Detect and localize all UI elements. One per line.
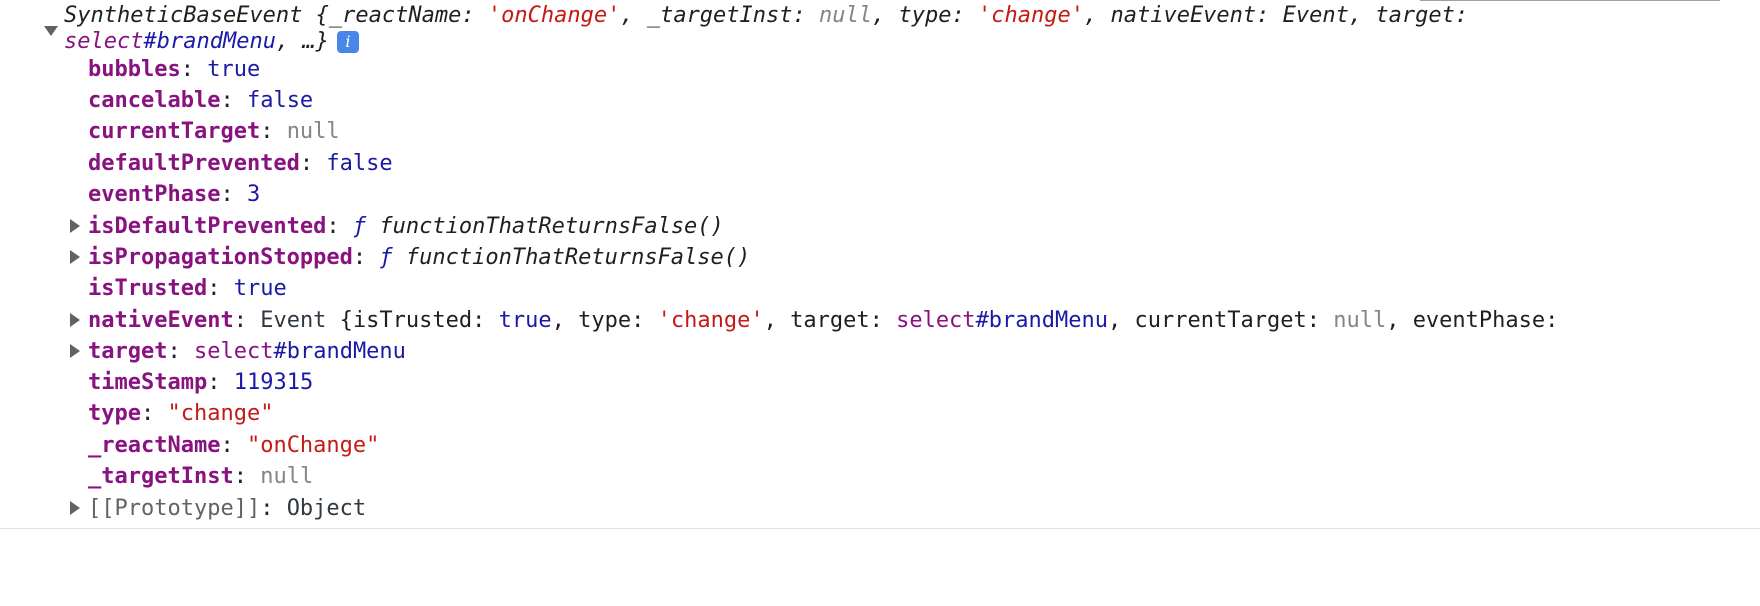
target-tag: select — [193, 339, 274, 364]
function-icon: ƒ — [352, 214, 367, 239]
summary-prop-key: target — [1375, 3, 1455, 28]
summary-prop-key: type — [898, 3, 952, 28]
summary-prop-value: 'onChange' — [487, 3, 621, 28]
info-icon[interactable]: i — [336, 31, 359, 53]
property-value: null — [260, 464, 314, 489]
summary-class-name: SyntheticBaseEvent — [64, 3, 303, 28]
native-prop-key: isTrusted — [352, 308, 473, 333]
summary-prop-value: null — [819, 3, 873, 28]
summary-prop-key: _reactName — [328, 3, 462, 28]
property-value: "onChange" — [246, 433, 380, 458]
native-prop-key: target — [790, 308, 870, 333]
prototype-value: Object — [286, 496, 367, 521]
native-target-tag: select — [896, 308, 976, 333]
function-icon: ƒ — [379, 245, 393, 270]
property-row: timeStamp: 119315 — [88, 370, 314, 395]
property-row-expandable[interactable]: nativeEvent: Event {isTrusted: true, typ… — [88, 305, 1558, 337]
property-value: 3 — [246, 182, 261, 207]
native-event-class: Event — [260, 308, 327, 333]
expand-triangle-icon[interactable] — [70, 313, 80, 327]
expand-triangle-icon[interactable] — [70, 501, 80, 515]
summary-prop-key: nativeEvent — [1110, 3, 1257, 28]
property-row: _reactName: "onChange" — [88, 433, 380, 458]
property-row-expandable[interactable]: isDefaultPrevented: ƒ functionThatReturn… — [88, 211, 724, 243]
property-key: bubbles — [88, 57, 181, 82]
property-row: defaultPrevented: false — [88, 151, 393, 176]
property-key: isPropagationStopped — [88, 245, 353, 270]
property-row: eventPhase: 3 — [88, 182, 261, 207]
property-row: currentTarget: null — [88, 119, 340, 144]
native-target-id: #brandMenu — [975, 308, 1109, 333]
expand-triangle-icon[interactable] — [70, 250, 80, 264]
property-row: cancelable: false — [88, 88, 314, 113]
property-value: false — [326, 151, 393, 176]
summary-target-id: #brandMenu — [143, 29, 276, 54]
native-prop-key: eventPhase — [1412, 308, 1546, 333]
property-value: "change" — [167, 401, 274, 426]
summary-prop-key: _targetInst — [646, 3, 793, 28]
property-key: target — [88, 339, 168, 364]
property-row: _targetInst: null — [88, 464, 314, 489]
property-row-expandable[interactable]: [[Prototype]]: Object — [88, 493, 366, 525]
function-name: functionThatReturnsFalse() — [405, 245, 751, 270]
property-key: nativeEvent — [88, 308, 234, 333]
expand-triangle-icon[interactable] — [70, 344, 80, 358]
expand-triangle-icon[interactable] — [44, 26, 58, 36]
property-row: bubbles: true — [88, 57, 261, 82]
property-key: cancelable — [88, 88, 221, 113]
property-key: _reactName — [88, 433, 221, 458]
native-prop-value: 'change' — [657, 308, 764, 333]
property-key: currentTarget — [88, 119, 261, 144]
property-row-expandable[interactable]: target: select#brandMenu — [88, 336, 406, 368]
property-key: isDefaultPrevented — [88, 214, 327, 239]
native-prop-value: true — [498, 308, 552, 333]
property-key: eventPhase — [88, 182, 221, 207]
native-prop-value: null — [1333, 308, 1387, 333]
console-object-inspector: SyntheticBaseEvent {_reactName: 'onChang… — [0, 0, 1760, 606]
prototype-key: [[Prototype]] — [88, 496, 261, 521]
property-key: defaultPrevented — [88, 151, 300, 176]
property-key: type — [88, 401, 141, 426]
property-value: false — [246, 88, 314, 113]
property-key: timeStamp — [88, 370, 208, 395]
summary-target-tag: select — [64, 29, 144, 54]
summary-prop-value: Event — [1282, 3, 1349, 28]
property-value: true — [233, 276, 287, 301]
expand-triangle-icon[interactable] — [70, 219, 80, 233]
property-row-expandable[interactable]: isPropagationStopped: ƒ functionThatRetu… — [88, 242, 750, 274]
native-prop-key: type — [578, 308, 632, 333]
function-name: functionThatReturnsFalse() — [379, 214, 724, 239]
native-prop-key: currentTarget — [1134, 308, 1307, 333]
property-value: null — [286, 119, 340, 144]
target-id: #brandMenu — [273, 339, 406, 364]
divider — [0, 528, 1760, 529]
property-row: isTrusted: true — [88, 276, 287, 301]
property-row: type: "change" — [88, 401, 274, 426]
property-value: true — [207, 57, 261, 82]
property-value: 119315 — [233, 370, 314, 395]
summary-prop-value: 'change' — [978, 3, 1084, 28]
property-key: isTrusted — [88, 276, 208, 301]
property-key: _targetInst — [88, 464, 234, 489]
